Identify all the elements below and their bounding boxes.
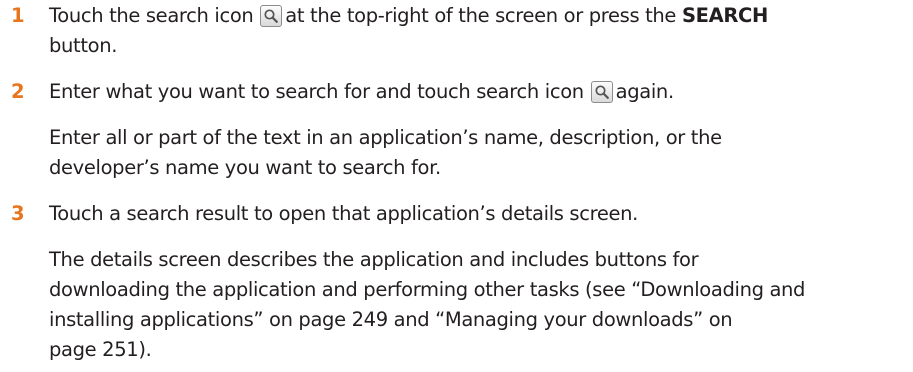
search-icon [260, 5, 283, 27]
step-text-part: again. [615, 80, 675, 103]
search-key-label: SEARCH [681, 4, 768, 27]
step-text-part: Enter what you want to search for and to… [49, 80, 584, 103]
step-text: Touch the search icon at the top-right o… [49, 1, 911, 61]
document-page: 1 Touch the search icon at the top-right… [0, 0, 913, 372]
paragraph-line: The details screen describes the applica… [49, 248, 699, 271]
paragraph-line: Enter all or part of the text in an appl… [49, 126, 722, 149]
step-number: 1 [11, 4, 25, 27]
step-2-description: Enter all or part of the text in an appl… [49, 123, 911, 183]
step-text: Enter what you want to search for and to… [49, 77, 911, 107]
paragraph-line: downloading the application and performi… [49, 278, 806, 301]
step-text-part: Touch a search result to open that appli… [49, 202, 638, 225]
step-text-part: at the top-right of the screen or press … [285, 4, 677, 27]
paragraph-line: page 251). [49, 338, 152, 361]
step-number: 2 [11, 80, 25, 103]
paragraph-line: installing applications” on page 249 and… [49, 308, 733, 331]
search-icon [590, 81, 613, 103]
step-number: 3 [11, 202, 25, 225]
step-text: Touch a search result to open that appli… [49, 199, 911, 229]
step-text-part: Touch the search icon [49, 4, 254, 27]
step-3-description: The details screen describes the applica… [49, 245, 911, 365]
step-text-part: button. [49, 34, 118, 57]
paragraph-line: developer’s name you want to search for. [49, 156, 441, 179]
